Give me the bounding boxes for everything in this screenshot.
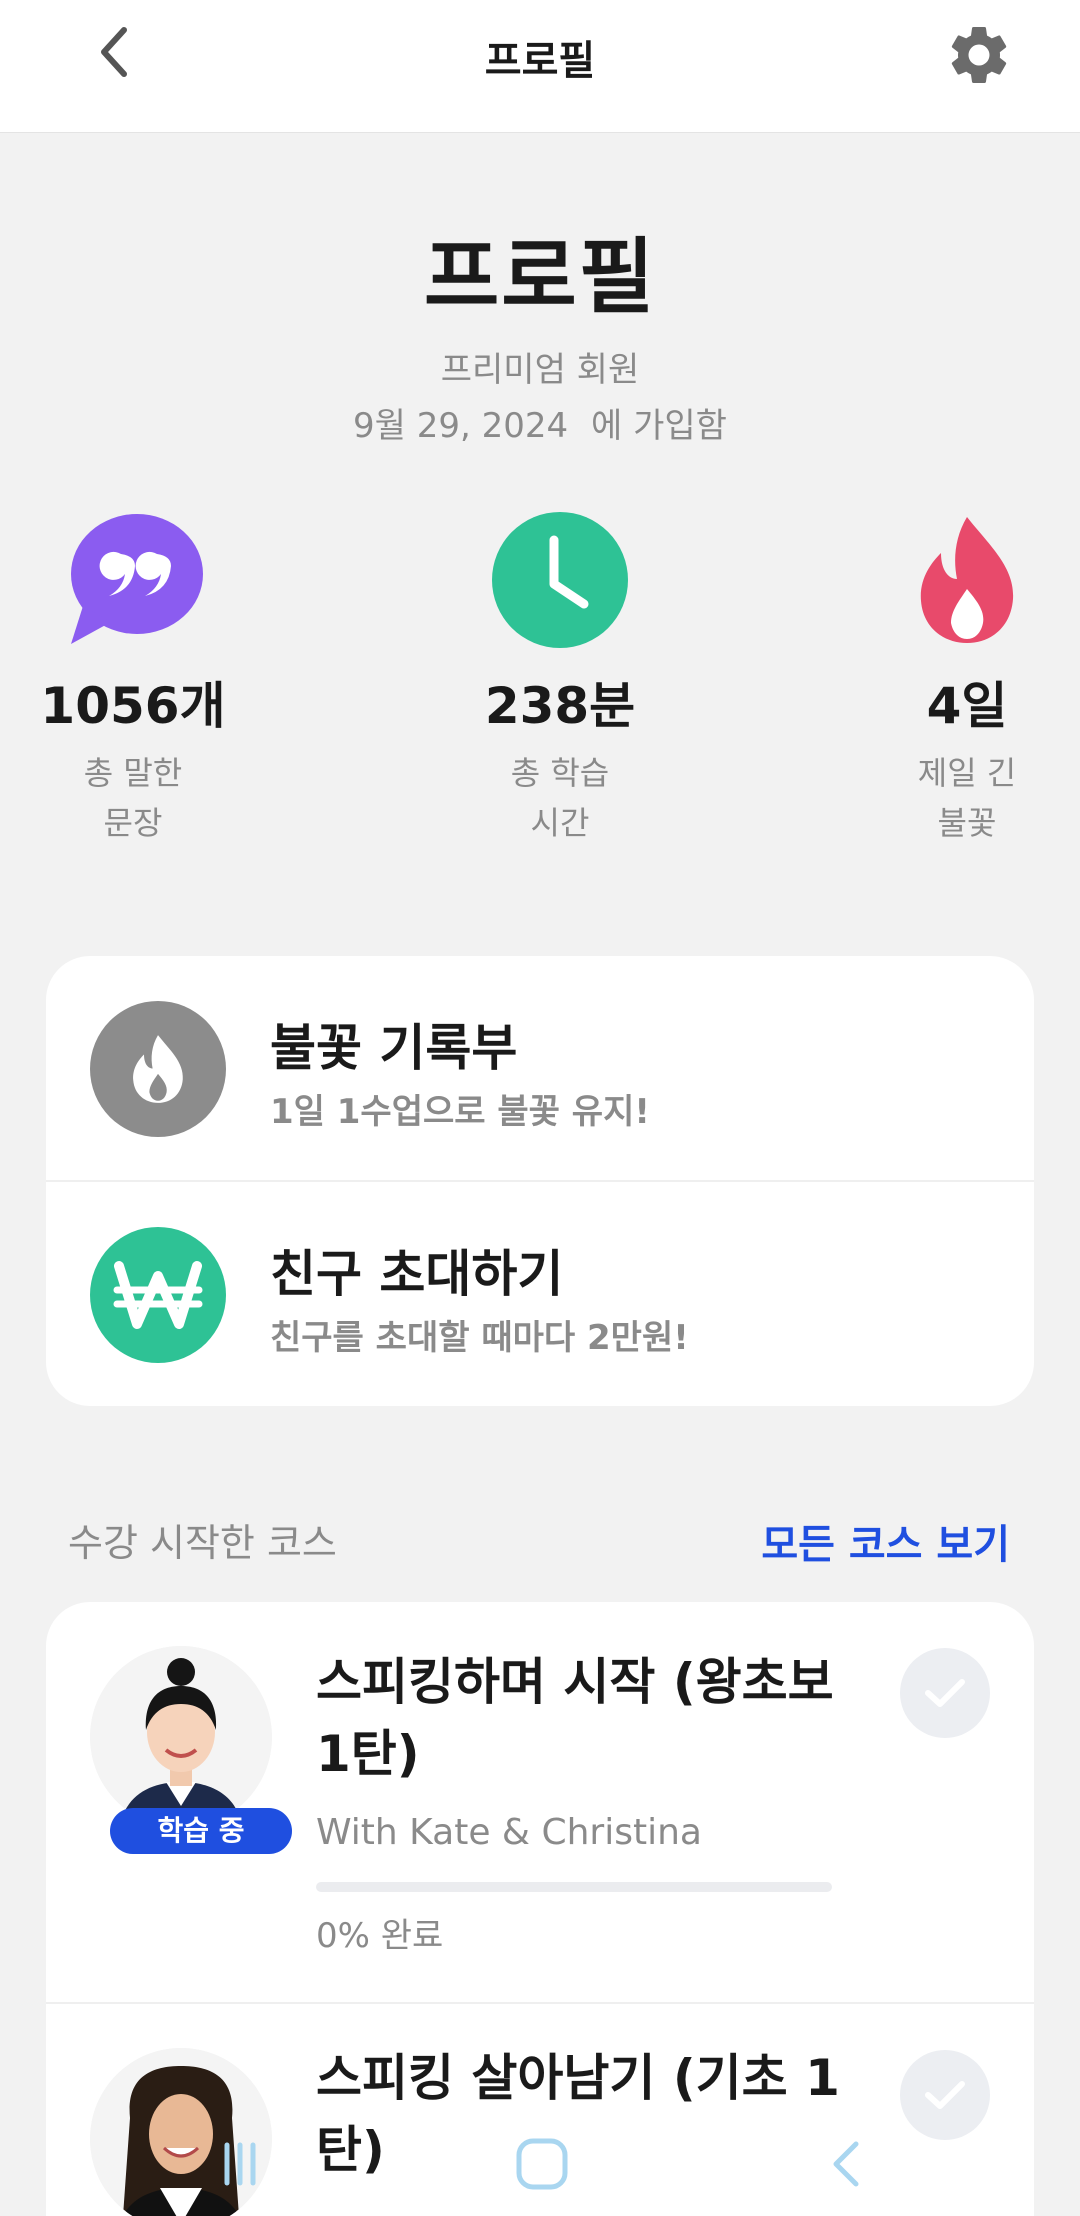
check-icon	[925, 1679, 965, 1707]
join-date: 9월 29, 2024	[353, 406, 569, 446]
recent-apps-button[interactable]	[200, 2124, 280, 2204]
gear-icon	[951, 26, 1007, 83]
join-suffix: 에 가입함	[591, 406, 727, 446]
back-nav-button[interactable]	[806, 2124, 886, 2204]
stat-value: 1056개	[40, 677, 226, 735]
home-button[interactable]	[502, 2124, 582, 2204]
view-all-courses-link[interactable]: 모든 코스 보기	[761, 1512, 1010, 1570]
settings-button[interactable]	[944, 20, 1014, 90]
courses-section-heading: 수강 시작한 코스	[68, 1521, 337, 1565]
stat-label: 제일 긴 불꽃	[917, 754, 1017, 842]
recent-apps-icon	[224, 2142, 256, 2186]
menu-title: 불꽃 기록부	[270, 1019, 518, 1077]
flame-icon	[817, 510, 1080, 650]
menu-subtitle: 친구를 초대할 때마다 2만원!	[270, 1318, 689, 1358]
course-item[interactable]: 학습 중 스피킹하며 시작 (왕초보 1탄) With Kate & Chris…	[46, 1602, 1034, 2002]
flame-icon	[90, 1001, 226, 1137]
won-icon	[90, 1227, 226, 1363]
instructor-avatar	[90, 1646, 272, 1828]
stat-study-time: 238분 총 학습 시간	[410, 510, 710, 848]
stat-value: 4일	[926, 677, 1008, 735]
course-progress-label: 0% 완료	[316, 1916, 444, 1956]
stat-label: 총 학습 시간	[510, 754, 610, 842]
membership-label: 프리미엄 회원	[440, 350, 640, 390]
invite-friends-item[interactable]: 친구 초대하기 친구를 초대할 때마다 2만원!	[46, 1182, 1034, 1406]
page-title: 프로필	[484, 38, 596, 84]
complete-check-button[interactable]	[900, 1648, 990, 1738]
home-icon	[516, 2138, 568, 2190]
top-bar: 프로필	[0, 0, 1080, 133]
join-date-line: 9월 29, 2024 에 가입함	[0, 398, 1080, 447]
quote-bubble-icon	[0, 510, 283, 650]
course-instructor: With Kate & Christina	[316, 1812, 702, 1853]
course-title: 스피킹하며 시작 (왕초보 1탄)	[316, 1653, 834, 1783]
course-progress-bar	[316, 1882, 832, 1892]
menu-subtitle: 1일 1수업으로 불꽃 유지!	[270, 1092, 650, 1132]
back-arrow-icon	[833, 2141, 859, 2187]
check-icon	[925, 2081, 965, 2109]
menu-card: 불꽃 기록부 1일 1수업으로 불꽃 유지! 친구 초대하기 친구를 초대할 때…	[46, 956, 1034, 1406]
stat-sentences: 1056개 총 말한 문장	[0, 510, 283, 848]
stat-label: 총 말한 문장	[83, 754, 183, 842]
stat-value: 238분	[484, 677, 636, 735]
streak-record-item[interactable]: 불꽃 기록부 1일 1수업으로 불꽃 유지!	[46, 956, 1034, 1180]
stat-longest-streak: 4일 제일 긴 불꽃	[817, 510, 1080, 848]
profile-heading: 프로필	[423, 230, 657, 325]
system-navigation-bar	[0, 2110, 1080, 2216]
menu-title: 친구 초대하기	[270, 1245, 564, 1303]
learning-badge: 학습 중	[110, 1808, 292, 1854]
clock-icon	[410, 510, 710, 650]
